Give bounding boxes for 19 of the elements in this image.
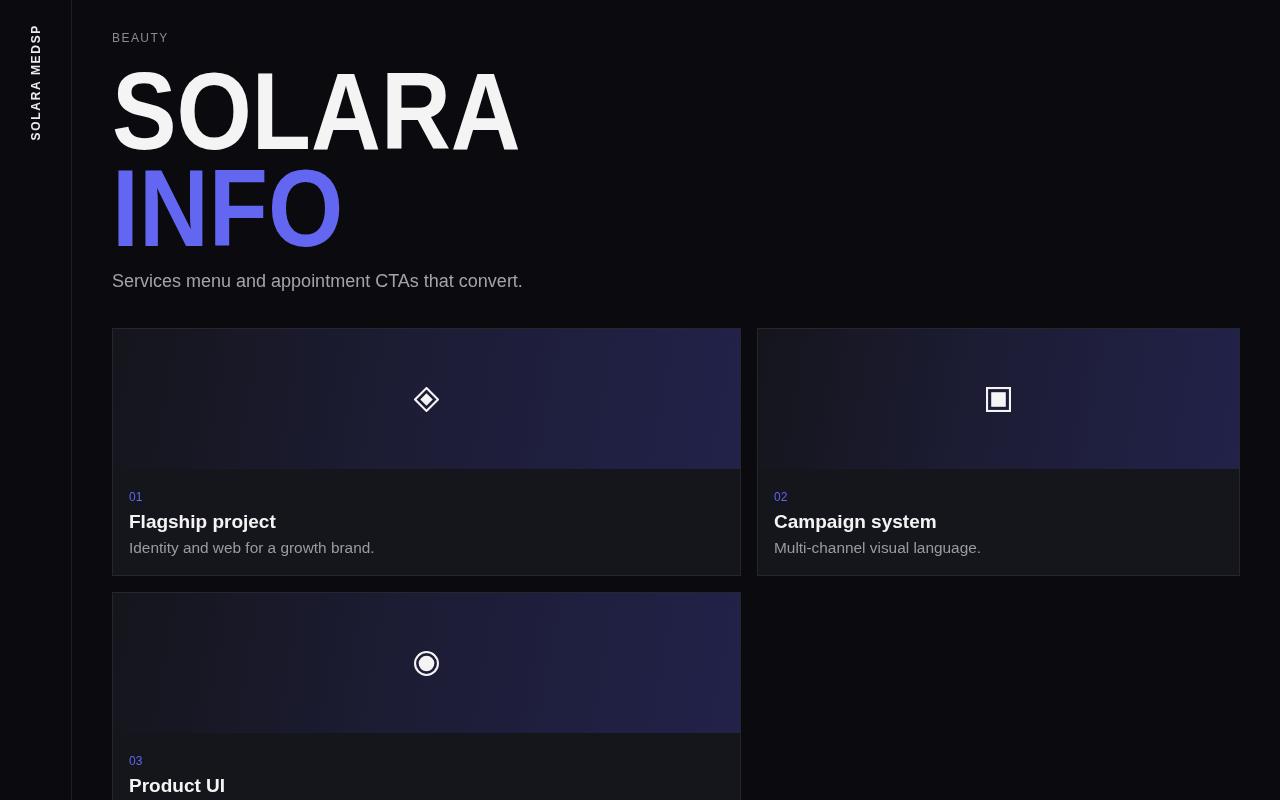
circle-icon	[414, 650, 439, 676]
project-title: Product UI	[129, 775, 226, 797]
project-card[interactable]: 02 Campaign system Multi-channel visual language.	[757, 328, 1240, 576]
square-icon	[986, 386, 1011, 412]
hero-subtitle: Services menu and appointment CTAs that convert.	[112, 270, 523, 293]
hero-title-line: SOLARA	[112, 62, 521, 159]
diamond-icon	[414, 386, 439, 412]
hero-title-line: INFO	[112, 159, 344, 256]
brand-name: SOLARA MEDSP	[28, 24, 43, 141]
project-card[interactable]: 01 Flagship project Identity and web for a growth brand.	[112, 328, 741, 576]
eyebrow-label: BEAUTY	[112, 30, 169, 46]
project-number: 03	[129, 753, 143, 769]
project-description: Identity and web for a growth brand.	[129, 538, 375, 558]
project-card[interactable]: 03 Product UI	[112, 592, 741, 800]
project-number: 02	[774, 489, 788, 505]
project-title: Campaign system	[774, 511, 937, 533]
project-description: Multi-channel visual language.	[774, 538, 982, 558]
project-number: 01	[129, 489, 143, 505]
project-title: Flagship project	[129, 511, 276, 533]
